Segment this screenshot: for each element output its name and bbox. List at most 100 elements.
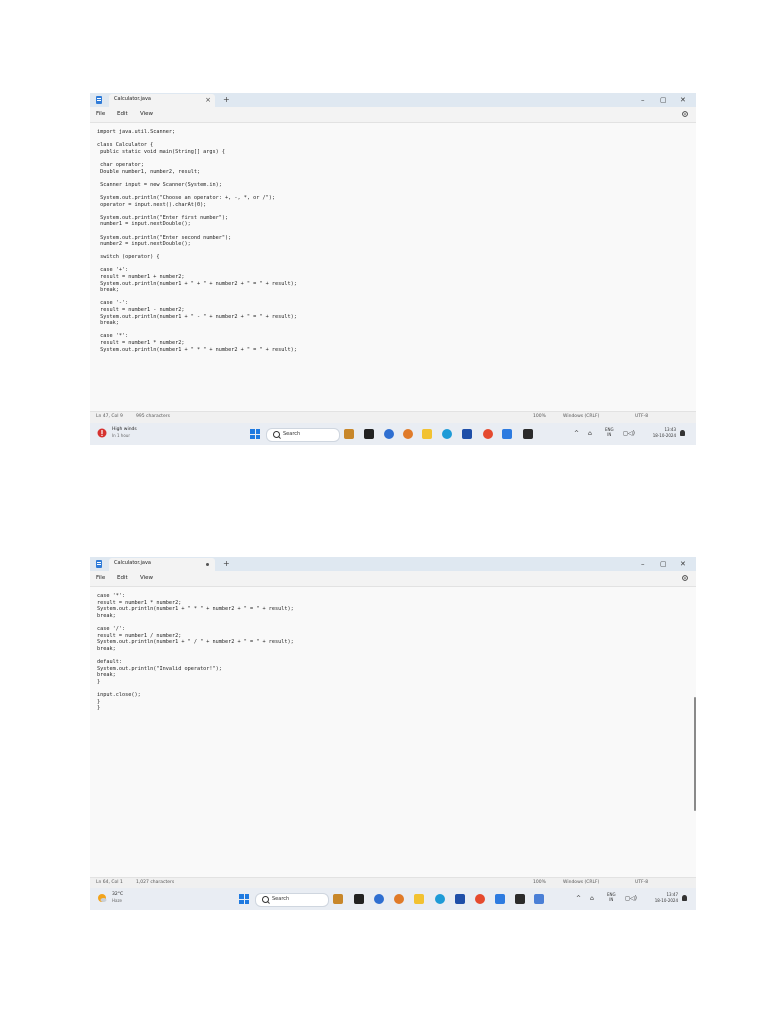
cursor-position: Ln 64, Col 1 (96, 880, 123, 885)
title-bar: Calculator.java + – ▢ ✕ (90, 557, 696, 571)
vertical-scrollbar[interactable] (694, 697, 696, 811)
photos-icon[interactable] (403, 429, 413, 439)
title-bar: Calculator.java × + – ▢ ✕ (90, 93, 696, 107)
time: 13:47 (666, 892, 678, 897)
volume-icon[interactable]: ◻◁) (625, 895, 637, 902)
line-ending[interactable]: Windows (CRLF) (563, 880, 599, 885)
task-view-icon[interactable] (364, 429, 374, 439)
volume-icon[interactable]: ◻◁) (623, 430, 635, 437)
character-count: 995 characters (136, 414, 170, 419)
notepad-icon (96, 96, 102, 104)
vscode-icon[interactable] (534, 894, 544, 904)
close-window-button[interactable]: ✕ (680, 558, 686, 570)
tab-calculator-java[interactable]: Calculator.java (109, 558, 215, 571)
code-text[interactable]: import java.util.Scanner; class Calculat… (90, 123, 696, 353)
encoding[interactable]: UTF-8 (635, 414, 648, 419)
store-icon[interactable] (455, 894, 465, 904)
tab-title: Calculator.java (114, 96, 151, 102)
edge-icon[interactable] (435, 894, 445, 904)
minimize-button[interactable]: – (641, 94, 645, 106)
weather-title[interactable]: High winds (112, 427, 137, 432)
windows-start-icon[interactable] (239, 894, 249, 904)
menu-file[interactable]: File (96, 111, 105, 117)
weather-subtitle: In 1 hour (112, 433, 130, 438)
gear-icon[interactable] (681, 574, 689, 582)
copilot-icon[interactable] (384, 429, 394, 439)
zoom-level[interactable]: 100% (533, 880, 546, 885)
search-label: Search (272, 896, 290, 902)
search-label: Search (283, 431, 301, 437)
tab-calculator-java[interactable]: Calculator.java × (109, 94, 215, 107)
menu-view[interactable]: View (140, 111, 153, 117)
date: 18-10-2024 (652, 432, 676, 438)
copilot-icon[interactable] (374, 894, 384, 904)
file-explorer-icon[interactable] (422, 429, 432, 439)
network-icon[interactable]: ⌂ (588, 430, 592, 437)
time: 13:43 (664, 427, 676, 432)
menu-edit[interactable]: Edit (117, 575, 128, 581)
chrome-icon[interactable] (475, 894, 485, 904)
code-text[interactable]: case '*': result = number1 * number2; Sy… (90, 587, 696, 712)
chevron-up-icon[interactable]: ^ (576, 895, 581, 902)
unsaved-dot-icon[interactable] (206, 563, 209, 566)
windows-start-icon[interactable] (250, 429, 260, 439)
menu-view[interactable]: View (140, 575, 153, 581)
notepad-icon (96, 560, 102, 568)
edge-icon[interactable] (442, 429, 452, 439)
new-tab-button[interactable]: + (223, 94, 230, 106)
status-bar: Ln 47, Col 9 995 characters 100% Windows… (90, 411, 696, 423)
widgets-icon[interactable] (333, 894, 343, 904)
clock[interactable]: 13:43 18-10-2024 (646, 427, 676, 438)
notepad-taskbar-icon[interactable] (502, 429, 512, 439)
clock[interactable]: 13:47 18-10-2024 (648, 892, 678, 903)
search-icon (262, 896, 269, 903)
tab-close-icon[interactable]: × (205, 95, 211, 105)
language-indicator[interactable]: ENG IN (605, 427, 614, 437)
notification-bell-icon[interactable] (680, 430, 685, 436)
language-indicator[interactable]: ENG IN (607, 892, 616, 902)
menu-bar: File Edit View (90, 107, 696, 123)
notepad-screenshot-2: Calculator.java + – ▢ ✕ File Edit View c… (90, 557, 696, 910)
maximize-button[interactable]: ▢ (660, 558, 667, 570)
minimize-button[interactable]: – (641, 558, 645, 570)
tab-title: Calculator.java (114, 560, 151, 566)
search-icon (273, 431, 280, 438)
weather-sun-icon[interactable] (97, 893, 107, 903)
notification-bell-icon[interactable] (682, 895, 687, 901)
taskbar: High winds In 1 hour Search ^ ⌂ ENG IN ◻… (90, 423, 696, 445)
taskbar-search[interactable]: Search (266, 428, 340, 442)
weather-subtitle: Haze (112, 898, 123, 903)
notepad-taskbar-icon[interactable] (495, 894, 505, 904)
photos-icon[interactable] (394, 894, 404, 904)
zoom-level[interactable]: 100% (533, 414, 546, 419)
gear-icon[interactable] (681, 110, 689, 118)
encoding[interactable]: UTF-8 (635, 880, 648, 885)
character-count: 1,027 characters (136, 880, 175, 885)
store-icon[interactable] (462, 429, 472, 439)
region-code: IN (609, 897, 614, 902)
region-code: IN (607, 432, 612, 437)
menu-file[interactable]: File (96, 575, 105, 581)
menu-edit[interactable]: Edit (117, 111, 128, 117)
close-window-button[interactable]: ✕ (680, 94, 686, 106)
chevron-up-icon[interactable]: ^ (574, 430, 579, 437)
taskbar: 32°C Haze Search ^ ⌂ ENG IN ◻◁) 13:47 18… (90, 888, 696, 910)
date: 18-10-2024 (654, 897, 678, 903)
notepad-screenshot-1: Calculator.java × + – ▢ ✕ File Edit View… (90, 93, 696, 445)
weather-alert-icon[interactable] (97, 428, 107, 438)
new-tab-button[interactable]: + (223, 558, 230, 570)
text-editor[interactable]: case '*': result = number1 * number2; Sy… (90, 587, 696, 877)
widgets-icon[interactable] (344, 429, 354, 439)
terminal-icon[interactable] (523, 429, 533, 439)
line-ending[interactable]: Windows (CRLF) (563, 414, 599, 419)
file-explorer-icon[interactable] (414, 894, 424, 904)
weather-title[interactable]: 32°C (112, 892, 123, 897)
maximize-button[interactable]: ▢ (660, 94, 667, 106)
text-editor[interactable]: import java.util.Scanner; class Calculat… (90, 123, 696, 411)
network-icon[interactable]: ⌂ (590, 895, 594, 902)
cursor-position: Ln 47, Col 9 (96, 414, 123, 419)
taskbar-search[interactable]: Search (255, 893, 329, 907)
chrome-icon[interactable] (483, 429, 493, 439)
terminal-icon[interactable] (515, 894, 525, 904)
task-view-icon[interactable] (354, 894, 364, 904)
